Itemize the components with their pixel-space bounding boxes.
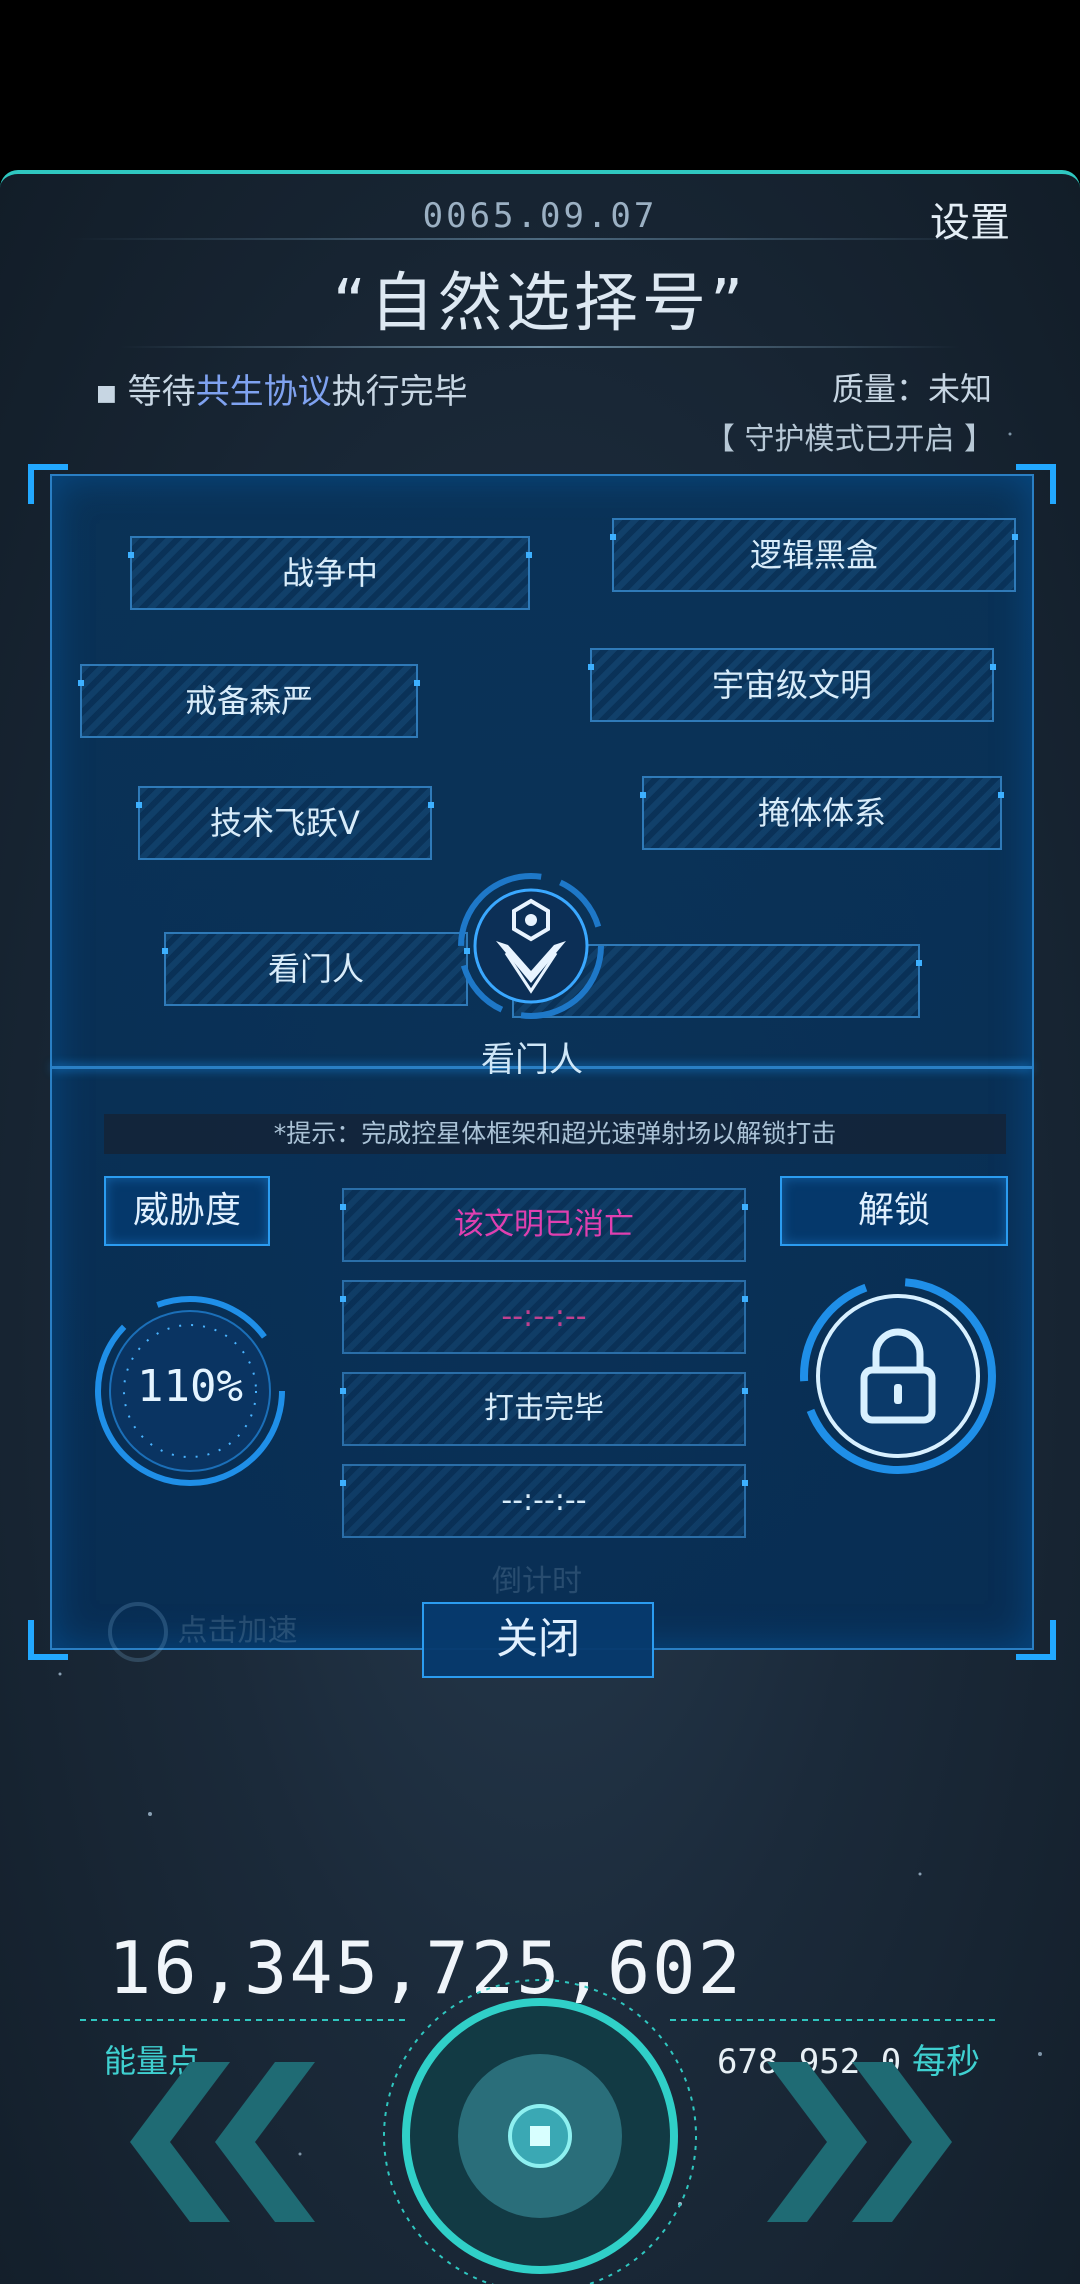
game-date: 0065.09.07 — [422, 196, 658, 236]
guard-mode-label: 【 守护模式已开启 】 — [704, 422, 994, 457]
panel-corner-br — [1016, 1620, 1056, 1660]
tag-tech-leap[interactable]: 技术飞跃V — [136, 786, 434, 860]
close-button[interactable]: 关闭 — [422, 1602, 654, 1678]
phoenix-emblem-icon — [458, 873, 604, 1019]
hint-text: *提示：完成控星体框架和超光速弹射场以解锁打击 — [104, 1114, 1006, 1154]
status-slot-2: --:--:-- — [340, 1280, 748, 1354]
status-suffix: 执行完毕 — [331, 372, 468, 412]
quality-label: 质量：未知 — [831, 370, 992, 408]
tag-high-alert[interactable]: 戒备森严 — [78, 664, 420, 738]
tag-war[interactable]: 战争中 — [128, 536, 532, 610]
padlock-icon[interactable] — [798, 1276, 998, 1476]
threat-label: 威胁度 — [104, 1176, 270, 1246]
header-divider — [70, 238, 1010, 240]
panel-corner-bl — [28, 1620, 68, 1660]
slot-text-2: --:--:-- — [501, 1299, 587, 1334]
slot-text-1: 该文明已消亡 — [454, 1207, 634, 1242]
panel-corner-tr — [1016, 464, 1056, 504]
fast-forward-icon[interactable] — [762, 2062, 982, 2222]
status-prefix: 等待 — [127, 372, 196, 412]
boost-ring-icon — [108, 1602, 168, 1662]
tag-gatekeeper[interactable]: 看门人 — [162, 932, 470, 1006]
tag-bunker-system[interactable]: 掩体体系 — [640, 776, 1004, 850]
tag-cosmic-civilization[interactable]: 宇宙级文明 — [588, 648, 996, 722]
bullet-icon: ■ — [96, 381, 117, 406]
ship-title: “自然选择号” — [332, 267, 748, 341]
game-screen: 0065.09.07 设置 “自然选择号” ■ 等待共生协议执行完毕 质量：未知… — [0, 170, 1080, 2284]
status-text: ■ 等待共生协议执行完毕 — [96, 364, 468, 413]
title-divider — [120, 346, 960, 348]
status-slot-3: 打击完毕 — [340, 1372, 748, 1446]
rewind-icon[interactable] — [100, 2062, 320, 2222]
civilization-panel: 战争中 逻辑黑盒 戒备森严 宇宙级文明 技术飞跃V 掩体体系 看门人 看门人 *… — [28, 464, 1056, 1660]
status-highlight: 共生协议 — [195, 372, 332, 412]
panel-corner-tl — [28, 464, 68, 504]
slot-text-3: 打击完毕 — [484, 1391, 604, 1426]
tag-logic-blackbox[interactable]: 逻辑黑盒 — [610, 518, 1018, 592]
status-slot-1: 该文明已消亡 — [340, 1188, 748, 1262]
slot-text-4: --:--:-- — [501, 1483, 587, 1518]
emblem-label: 看门人 — [481, 1040, 583, 1080]
unlock-button[interactable]: 解锁 — [780, 1176, 1008, 1246]
boost-button[interactable]: 点击加速 — [108, 1602, 298, 1662]
threat-value: 110% — [137, 1361, 243, 1412]
center-core-button[interactable] — [378, 1974, 702, 2284]
boost-label: 点击加速 — [177, 1613, 298, 1649]
status-slot-4: --:--:-- — [340, 1464, 748, 1538]
countdown-label: 倒计时 — [492, 1564, 582, 1599]
